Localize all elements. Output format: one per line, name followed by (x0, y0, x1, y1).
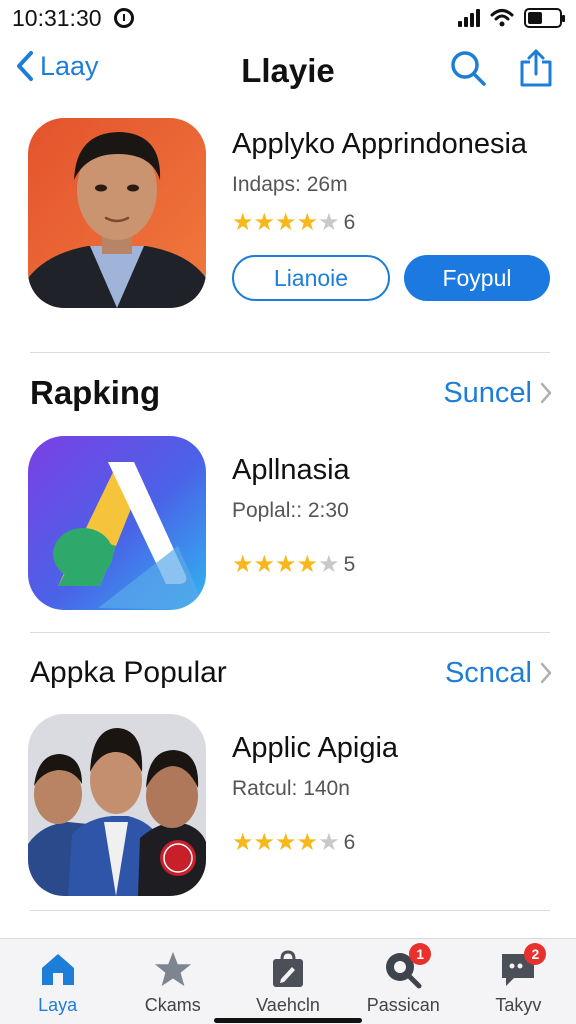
tab-label: Laya (38, 995, 78, 1015)
ranking-app-icon[interactable] (28, 436, 206, 610)
star-icon: ★ (232, 829, 254, 856)
section-title: Appka Popular (30, 656, 227, 689)
search-icon: 1 (383, 943, 432, 989)
see-all-label: Scncal (444, 656, 532, 689)
featured-app-icon[interactable] (28, 118, 206, 308)
home-indicator (214, 1018, 362, 1023)
section-title: Rapking (30, 374, 161, 411)
tab-label: Vaehcln (256, 995, 320, 1015)
tab-label: Ckams (144, 995, 201, 1015)
featured-actions: Lianoie Foypul (232, 255, 552, 301)
chevron-left-icon (17, 51, 33, 81)
popular-app-info: Applic Apigia Ratcul: 140n ★ ★ ★ ★ ★ 6 (232, 714, 552, 855)
star-icon: ★ (296, 551, 319, 578)
status-bar: 10:31:30 (0, 0, 576, 36)
tab-passican[interactable]: 1 Passican (346, 939, 461, 1024)
divider (30, 632, 550, 633)
rating-count: 6 (343, 211, 356, 234)
star-empty-icon: ★ (318, 829, 340, 856)
featured-app[interactable]: Applyko Apprindonesia Indaps: 26m ★ ★ ★ … (28, 118, 552, 314)
tab-takyv[interactable]: 2 Takyv (461, 939, 576, 1024)
popular-app[interactable]: Applic Apigia Ratcul: 140n ★ ★ ★ ★ ★ 6 (28, 714, 552, 898)
chevron-right-icon (540, 382, 552, 404)
featured-app-info: Applyko Apprindonesia Indaps: 26m ★ ★ ★ … (232, 118, 552, 301)
search-icon (451, 51, 486, 86)
star-icon: ★ (232, 209, 254, 236)
star-empty-icon: ★ (318, 551, 340, 578)
star-icon: ★ (253, 829, 276, 856)
tab-vaehcln[interactable]: Vaehcln (230, 939, 345, 1024)
status-left: 10:31:30 (12, 5, 134, 32)
status-time: 10:31:30 (12, 4, 102, 31)
popular-app-name: Applic Apigia (232, 732, 399, 764)
back-button[interactable]: Laay (16, 50, 99, 82)
nav-actions (448, 46, 556, 90)
status-right (458, 8, 565, 28)
tab-label: Takyv (495, 995, 542, 1015)
star-icon (153, 949, 193, 989)
ranking-app-name: Apllnasia (232, 454, 350, 486)
search-button[interactable] (448, 46, 488, 90)
featured-app-meta: Indaps: 26m (232, 173, 348, 196)
star-icon: ★ (275, 829, 297, 856)
share-button[interactable] (516, 46, 556, 90)
group-photo-icon (28, 714, 206, 896)
tab-ckams[interactable]: Ckams (115, 939, 230, 1024)
featured-app-name: Applyko Apprindonesia (232, 128, 528, 160)
signal-icon (458, 9, 480, 27)
star-icon: ★ (232, 551, 254, 578)
star-icon: ★ (275, 209, 297, 236)
divider (30, 352, 550, 353)
alarm-icon (113, 8, 134, 28)
popular-rating: ★ ★ ★ ★ ★ 6 (232, 831, 552, 855)
share-icon (520, 49, 552, 87)
star-icon: ★ (253, 551, 276, 578)
popular-app-meta: Ratcul: 140n (232, 777, 350, 800)
ranking-app-info: Apllnasia Poplal:: 2:30 ★ ★ ★ ★ ★ 5 (232, 436, 552, 577)
divider (30, 910, 550, 911)
home-icon (38, 949, 78, 989)
letter-a-logo-icon (28, 436, 206, 610)
back-label: Laay (40, 50, 99, 81)
ranking-app-meta: Poplal:: 2:30 (232, 499, 349, 522)
rating-count: 5 (343, 553, 356, 576)
notification-badge: 2 (524, 943, 547, 965)
popular-section-header: Appka Popular Scncal (30, 656, 552, 690)
ranking-app[interactable]: Apllnasia Poplal:: 2:30 ★ ★ ★ ★ ★ 5 (28, 436, 552, 614)
star-empty-icon: ★ (318, 209, 340, 236)
tab-bar: Laya Ckams Vaehcln 1 Passican 2 Takyv (0, 938, 576, 1024)
popular-app-icon[interactable] (28, 714, 206, 896)
star-icon: ★ (253, 209, 276, 236)
chevron-right-icon (540, 662, 552, 684)
tab-label: Passican (366, 995, 440, 1015)
rating-count: 6 (343, 831, 356, 854)
star-icon: ★ (296, 209, 319, 236)
star-icon: ★ (296, 829, 319, 856)
nav-bar: Laay Llayie (0, 40, 576, 100)
notification-badge: 1 (409, 943, 432, 965)
see-all-link[interactable]: Suncel (443, 377, 552, 410)
secondary-action-button[interactable]: Lianoie (232, 255, 390, 301)
see-all-link[interactable]: Scncal (445, 657, 552, 690)
star-icon: ★ (275, 551, 297, 578)
bag-icon (268, 949, 308, 989)
person-portrait-icon (28, 118, 206, 308)
ranking-rating: ★ ★ ★ ★ ★ 5 (232, 553, 552, 577)
featured-rating: ★ ★ ★ ★ ★ 6 (232, 211, 552, 235)
wifi-icon (490, 9, 514, 27)
see-all-label: Suncel (443, 376, 532, 409)
tab-home[interactable]: Laya (0, 939, 115, 1024)
primary-action-button[interactable]: Foypul (404, 255, 550, 301)
battery-icon (524, 8, 565, 28)
chat-icon: 2 (498, 943, 547, 989)
ranking-section-header: Rapking Suncel (30, 374, 552, 412)
